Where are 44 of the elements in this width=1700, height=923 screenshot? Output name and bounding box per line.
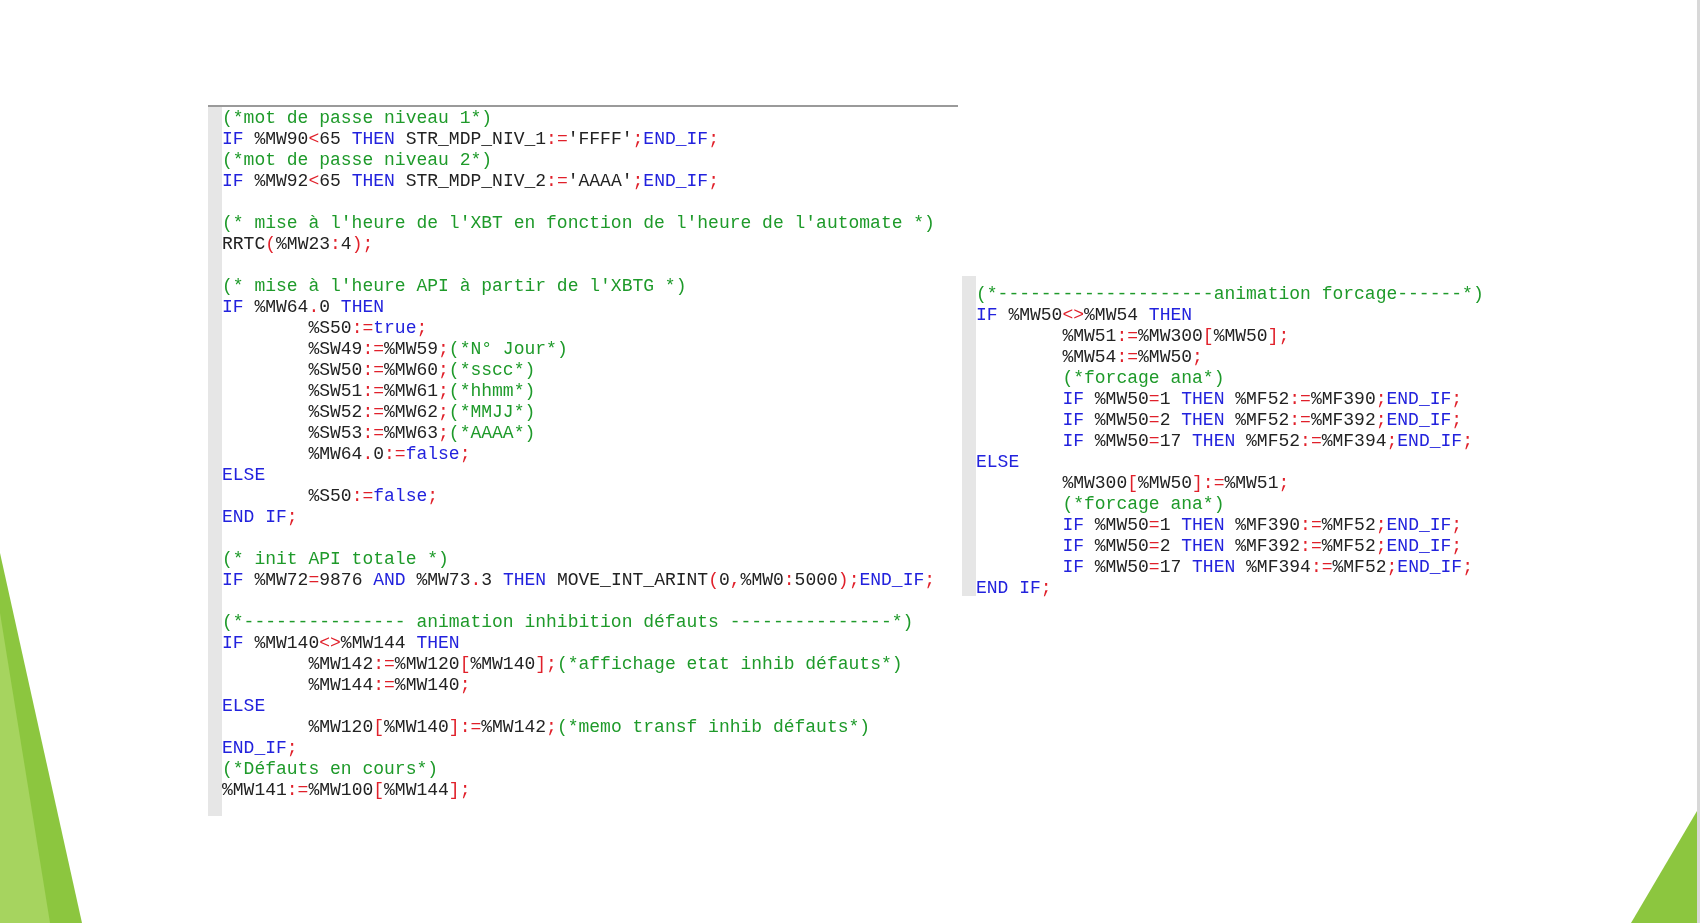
code-line: %MW300[%MW50]:=%MW51; <box>1062 473 1290 494</box>
code-line: IF %MW90<65 THEN STR_MDP_NIV_1:='FFFF';END_IF; <box>222 129 719 150</box>
code-line: END IF; <box>976 578 1052 599</box>
code-line: (*Défauts en cours*) <box>222 759 439 780</box>
code-line: (*mot de passe niveau 1*) <box>222 108 493 129</box>
code-line: %SW49:=%MW59;(*N° Jour*) <box>308 339 568 360</box>
code-line: (*forcage ana*) <box>1062 494 1225 515</box>
code-line: ELSE <box>222 465 266 486</box>
code-line: IF %MW50=2 THEN %MF52:=%MF392;END_IF; <box>1062 410 1463 431</box>
code-line: %SW52:=%MW62;(*MMJJ*) <box>308 402 536 423</box>
code-line: ELSE <box>222 696 266 717</box>
code-line: IF %MW64.0 THEN <box>222 297 385 318</box>
code-line: IF %MW140<>%MW144 THEN <box>222 633 460 654</box>
code-line: %MW144:=%MW140; <box>308 675 471 696</box>
code-line: %S50:=true; <box>308 318 428 339</box>
code-line: %MW120[%MW140]:=%MW142;(*memo transf inhib défauts*) <box>308 717 871 738</box>
code-line: IF %MW50=17 THEN %MF52:=%MF394;END_IF; <box>1062 431 1473 452</box>
code-line: IF %MW72=9876 AND %MW73.3 THEN MOVE_INT_ARINT(0,%MW0:5000);END_IF; <box>222 570 936 591</box>
code-line: (* mise à l'heure de l'XBT en fonction de l'heure de l'automate *) <box>222 213 935 234</box>
code-line: %MW142:=%MW120[%MW140];(*affichage etat inhib défauts*) <box>308 654 903 675</box>
code-line: %S50:=false; <box>308 486 439 507</box>
code-line: (* mise à l'heure API à partir de l'XBTG *) <box>222 276 687 297</box>
code-line: END_IF; <box>222 738 298 759</box>
code-line: RRTC(%MW23:4); <box>222 234 374 255</box>
code-line: %SW51:=%MW61;(*hhmm*) <box>308 381 536 402</box>
code-line: (* init API totale *) <box>222 549 449 570</box>
code-line: IF %MW50<>%MW54 THEN <box>976 305 1193 326</box>
code-line: IF %MW50=2 THEN %MF392:=%MF52;END_IF; <box>1062 536 1463 557</box>
code-line: %MW54:=%MW50; <box>1062 347 1203 368</box>
code-line: %MW51:=%MW300[%MW50]; <box>1062 326 1290 347</box>
code-line: IF %MW50=1 THEN %MF390:=%MF52;END_IF; <box>1062 515 1463 536</box>
code-line: IF %MW50=17 THEN %MF394:=%MF52;END_IF; <box>1062 557 1473 578</box>
code-line: %MW141:=%MW100[%MW144]; <box>222 780 471 801</box>
code-line: %SW50:=%MW60;(*sscc*) <box>308 360 536 381</box>
code-line: (*mot de passe niveau 2*) <box>222 150 493 171</box>
code-line: (*--------------- animation inhibition défauts ---------------*) <box>222 612 914 633</box>
code-line: IF %MW92<65 THEN STR_MDP_NIV_2:='AAAA';END_IF; <box>222 171 719 192</box>
code-line: (*forcage ana*) <box>1062 368 1225 389</box>
code-line: END IF; <box>222 507 298 528</box>
code-line: %SW53:=%MW63;(*AAAA*) <box>308 423 536 444</box>
code-line: (*--------------------animation forcage------*) <box>976 284 1484 305</box>
code-line: IF %MW50=1 THEN %MF52:=%MF390;END_IF; <box>1062 389 1463 410</box>
code-line: ELSE <box>976 452 1020 473</box>
code-line: %MW64.0:=false; <box>308 444 471 465</box>
